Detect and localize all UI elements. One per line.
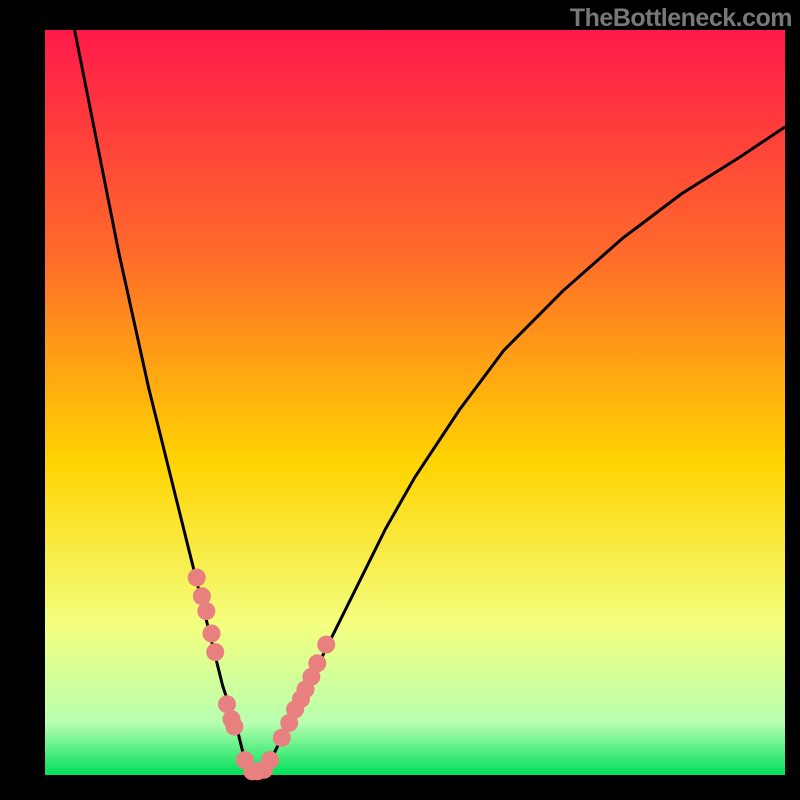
plot-area <box>45 30 785 775</box>
watermark-label: TheBottleneck.com <box>570 4 792 33</box>
